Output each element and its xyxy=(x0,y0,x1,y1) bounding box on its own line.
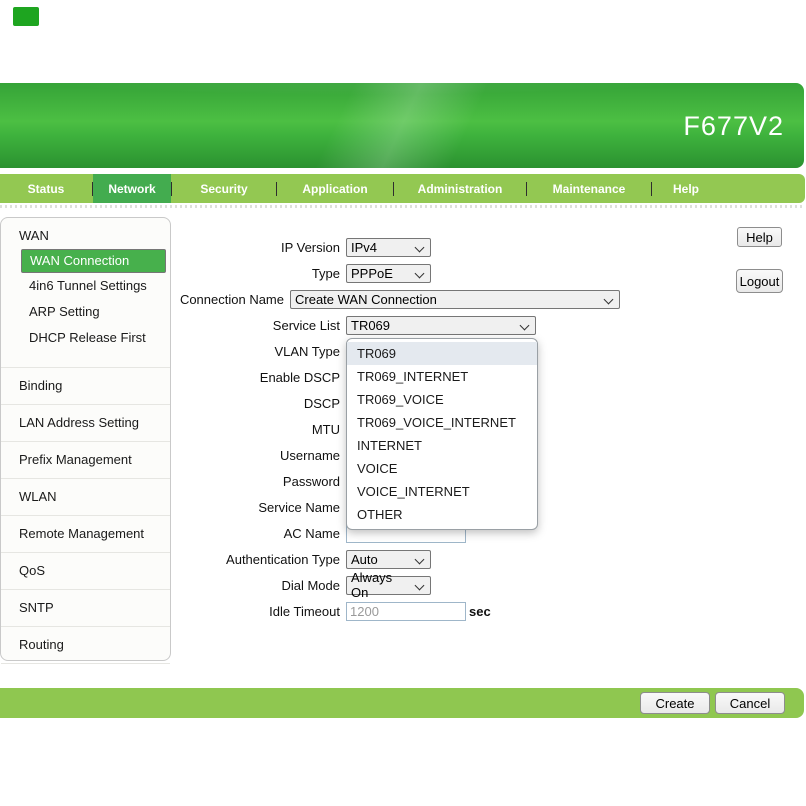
dropdown-option[interactable]: TR069_VOICE xyxy=(347,388,537,411)
type-label: Type xyxy=(0,266,340,281)
tab-administration[interactable]: Administration xyxy=(394,174,526,203)
ac-name-label: AC Name xyxy=(0,526,340,541)
tab-help[interactable]: Help xyxy=(652,174,720,203)
tab-status[interactable]: Status xyxy=(0,174,92,203)
form-row: Idle Timeout sec xyxy=(0,598,620,624)
dropdown-option[interactable]: TR069_VOICE_INTERNET xyxy=(347,411,537,434)
form-row: IP Version IPv4 xyxy=(0,234,620,260)
connection-name-select[interactable]: Create WAN Connection xyxy=(290,290,620,309)
dropdown-option[interactable]: OTHER xyxy=(347,503,537,526)
chevron-down-icon xyxy=(415,268,425,278)
chevron-down-icon xyxy=(415,554,425,564)
sidebar-end-divider xyxy=(1,663,170,670)
tab-network[interactable]: Network xyxy=(93,174,171,203)
type-select[interactable]: PPPoE xyxy=(346,264,431,283)
header-banner: F677V2 xyxy=(0,83,804,168)
dropdown-option[interactable]: INTERNET xyxy=(347,434,537,457)
ip-version-select[interactable]: IPv4 xyxy=(346,238,431,257)
vlan-type-label: VLAN Type xyxy=(0,344,340,359)
dropdown-option[interactable]: VOICE_INTERNET xyxy=(347,480,537,503)
chevron-down-icon xyxy=(415,242,425,252)
dial-mode-select[interactable]: Always On xyxy=(346,576,431,595)
authentication-type-value: Auto xyxy=(351,552,378,567)
service-list-label: Service List xyxy=(0,318,340,333)
authentication-type-select[interactable]: Auto xyxy=(346,550,431,569)
service-list-value: TR069 xyxy=(351,318,390,333)
chevron-down-icon xyxy=(520,320,530,330)
idle-timeout-unit: sec xyxy=(469,604,491,619)
idle-timeout-label: Idle Timeout xyxy=(0,604,340,619)
device-model-title: F677V2 xyxy=(683,111,784,142)
form-row: Connection Name Create WAN Connection xyxy=(0,286,620,312)
nav-shadow-strip xyxy=(0,205,805,208)
tab-maintenance[interactable]: Maintenance xyxy=(527,174,651,203)
form-row: Service List TR069 xyxy=(0,312,620,338)
chevron-down-icon xyxy=(604,294,614,304)
connection-name-value: Create WAN Connection xyxy=(295,292,437,307)
service-list-dropdown: TR069 TR069_INTERNET TR069_VOICE TR069_V… xyxy=(346,338,538,530)
form-row: Dial Mode Always On xyxy=(0,572,620,598)
dial-mode-value: Always On xyxy=(351,570,412,600)
dropdown-option[interactable]: VOICE xyxy=(347,457,537,480)
ip-version-value: IPv4 xyxy=(351,240,377,255)
ip-version-label: IP Version xyxy=(0,240,340,255)
tab-application[interactable]: Application xyxy=(277,174,393,203)
type-value: PPPoE xyxy=(351,266,393,281)
password-label: Password xyxy=(0,474,340,489)
service-list-select[interactable]: TR069 xyxy=(346,316,536,335)
enable-dscp-label: Enable DSCP xyxy=(0,370,340,385)
help-button[interactable]: Help xyxy=(737,227,782,247)
router-admin-page: F677V2 Status Network Security Applicati… xyxy=(0,0,806,806)
dropdown-option[interactable]: TR069_INTERNET xyxy=(347,365,537,388)
tab-security[interactable]: Security xyxy=(172,174,276,203)
chevron-down-icon xyxy=(415,580,425,590)
dscp-label: DSCP xyxy=(0,396,340,411)
cancel-button[interactable]: Cancel xyxy=(715,692,785,714)
sidebar-item-routing[interactable]: Routing xyxy=(1,626,170,663)
mtu-label: MTU xyxy=(0,422,340,437)
create-button[interactable]: Create xyxy=(640,692,710,714)
connection-name-label: Connection Name xyxy=(0,292,284,307)
idle-timeout-input[interactable] xyxy=(346,602,466,621)
form-row: Type PPPoE xyxy=(0,260,620,286)
username-label: Username xyxy=(0,448,340,463)
authentication-type-label: Authentication Type xyxy=(0,552,340,567)
dial-mode-label: Dial Mode xyxy=(0,578,340,593)
main-nav: Status Network Security Application Admi… xyxy=(0,174,805,203)
form-row: Authentication Type Auto xyxy=(0,546,620,572)
top-left-green-box xyxy=(13,7,39,26)
bottom-action-bar: Create Cancel xyxy=(0,688,804,718)
logout-button[interactable]: Logout xyxy=(736,269,783,293)
service-name-label: Service Name xyxy=(0,500,340,515)
dropdown-option[interactable]: TR069 xyxy=(347,342,537,365)
